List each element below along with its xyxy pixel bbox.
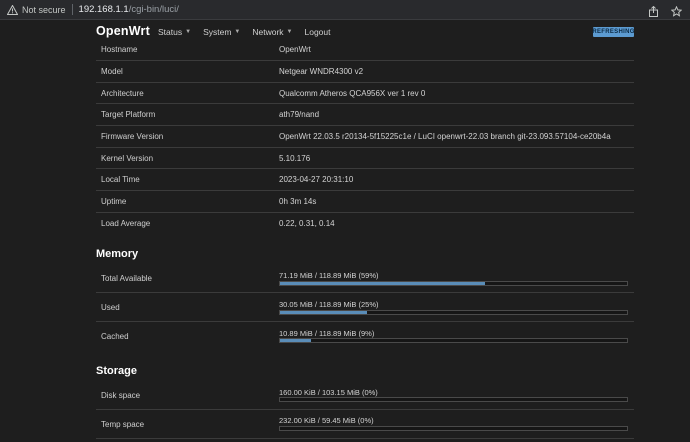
table-row: Hostname OpenWrt — [96, 39, 634, 61]
row-value: 2023-04-27 20:31:10 — [279, 175, 354, 184]
table-row: Cached 10.89 MiB / 118.89 MiB (9%) — [96, 322, 634, 350]
nav-system-label: System — [203, 27, 232, 37]
table-row: Used 30.05 MiB / 118.89 MiB (25%) — [96, 293, 634, 322]
row-key: Cached — [101, 332, 129, 341]
row-key: Hostname — [101, 45, 138, 54]
brand-logo[interactable]: OpenWrt — [96, 24, 150, 38]
table-row: Uptime 0h 3m 14s — [96, 191, 634, 213]
row-key: Target Platform — [101, 110, 156, 119]
main-nav: Status ▼ System ▼ Network ▼ Logout — [158, 27, 343, 37]
row-key: Model — [101, 67, 123, 76]
nav-network[interactable]: Network ▼ — [252, 27, 292, 37]
security-status[interactable]: Not secure — [22, 5, 66, 15]
row-key: Temp space — [101, 420, 145, 429]
table-row: Total Available 71.19 MiB / 118.89 MiB (… — [96, 264, 634, 293]
table-row: Model Netgear WNDR4300 v2 — [96, 61, 634, 83]
row-value: ath79/nand — [279, 110, 320, 119]
address-divider — [71, 4, 73, 15]
url-path: /cgi-bin/luci/ — [128, 4, 179, 15]
nav-network-label: Network — [252, 27, 284, 37]
memory-section-title: Memory — [96, 248, 139, 260]
progress-fill — [280, 282, 485, 285]
row-key: Uptime — [101, 197, 127, 206]
table-row: Architecture Qualcomm Atheros QCA956X ve… — [96, 83, 634, 104]
row-value: OpenWrt — [279, 45, 311, 54]
progress-label: 71.19 MiB / 118.89 MiB (59%) — [279, 271, 379, 280]
row-key: Architecture — [101, 89, 144, 98]
row-key: Disk space — [101, 391, 141, 400]
nav-status[interactable]: Status ▼ — [158, 27, 191, 37]
row-key: Load Average — [101, 219, 151, 228]
table-row: Target Platform ath79/nand — [96, 104, 634, 126]
progress-bar — [279, 338, 628, 343]
row-value: 0.22, 0.31, 0.14 — [279, 219, 335, 228]
row-key: Kernel Version — [101, 154, 154, 163]
row-value: 0h 3m 14s — [279, 197, 317, 206]
nav-status-label: Status — [158, 27, 183, 37]
table-row: Kernel Version 5.10.176 — [96, 148, 634, 169]
storage-section-title: Storage — [96, 365, 137, 377]
progress-fill — [280, 311, 367, 314]
row-key: Firmware Version — [101, 132, 164, 141]
row-value: Netgear WNDR4300 v2 — [279, 67, 364, 76]
progress-bar — [279, 397, 628, 402]
progress-fill — [280, 339, 312, 342]
row-value: 5.10.176 — [279, 154, 311, 163]
progress-label: 232.00 KiB / 59.45 MiB (0%) — [279, 416, 374, 425]
url-host: 192.168.1.1 — [78, 4, 129, 15]
browser-address-bar: Not secure 192.168.1.1/cgi-bin/luci/ — [0, 0, 690, 20]
table-row: Temp space 232.00 KiB / 59.45 MiB (0%) — [96, 410, 634, 439]
nav-logout[interactable]: Logout — [305, 27, 331, 37]
table-row: Local Time 2023-04-27 20:31:10 — [96, 169, 634, 191]
progress-bar — [279, 281, 628, 286]
progress-bar — [279, 310, 628, 315]
progress-bar — [279, 426, 628, 431]
table-row: Disk space 160.00 KiB / 103.15 MiB (0%) — [96, 381, 634, 410]
progress-label: 30.05 MiB / 118.89 MiB (25%) — [279, 300, 379, 309]
row-key: Total Available — [101, 274, 152, 283]
refreshing-badge[interactable]: REFRESHING — [592, 27, 634, 37]
row-key: Used — [101, 303, 120, 312]
table-row: Load Average 0.22, 0.31, 0.14 — [96, 213, 634, 235]
url-field[interactable]: 192.168.1.1/cgi-bin/luci/ — [79, 4, 179, 15]
row-key: Local Time — [101, 175, 140, 184]
progress-label: 10.89 MiB / 118.89 MiB (9%) — [279, 329, 375, 338]
row-value: Qualcomm Atheros QCA956X ver 1 rev 0 — [279, 89, 426, 98]
nav-logout-label: Logout — [304, 27, 331, 37]
chevron-down-icon: ▼ — [286, 29, 293, 35]
chevron-down-icon: ▼ — [185, 29, 192, 35]
chevron-down-icon: ▼ — [234, 29, 241, 35]
row-value: OpenWrt 22.03.5 r20134-5f15225c1e / LuCI… — [279, 132, 611, 141]
progress-label: 160.00 KiB / 103.15 MiB (0%) — [279, 388, 378, 397]
warning-icon[interactable] — [6, 4, 18, 16]
table-row: Firmware Version OpenWrt 22.03.5 r20134-… — [96, 126, 634, 148]
nav-system[interactable]: System ▼ — [203, 27, 240, 37]
